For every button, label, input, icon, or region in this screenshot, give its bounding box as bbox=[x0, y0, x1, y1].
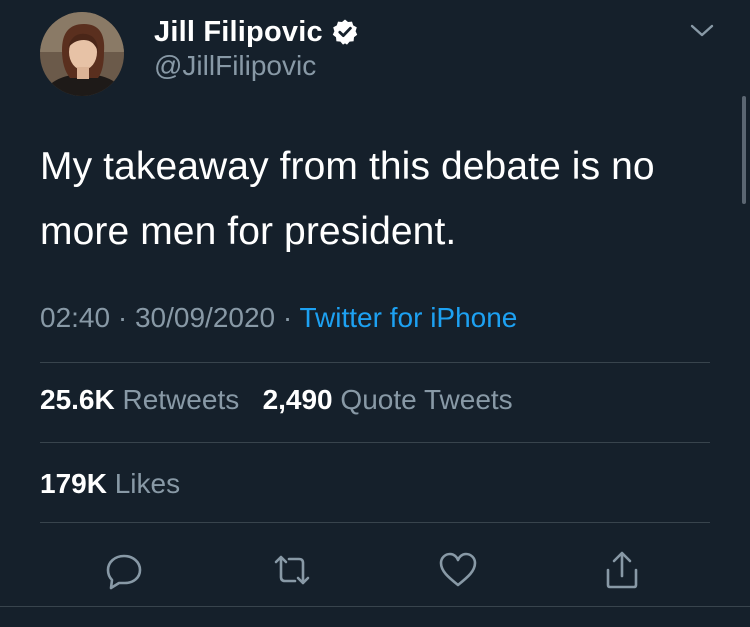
meta-separator: · bbox=[117, 302, 128, 333]
tweet-text: My takeaway from this debate is no more … bbox=[40, 134, 720, 264]
tweet-meta: 02:40 · 30/09/2020 · Twitter for iPhone bbox=[40, 302, 517, 334]
quote-tweets-count: 2,490 bbox=[262, 384, 333, 415]
likes-stat[interactable]: 179K Likes bbox=[40, 468, 180, 499]
profile-photo-icon bbox=[40, 12, 124, 96]
divider bbox=[40, 522, 710, 523]
divider bbox=[0, 606, 750, 607]
action-bar bbox=[0, 540, 750, 604]
heart-icon[interactable] bbox=[436, 548, 480, 592]
tweet-text-line: more men for president. bbox=[40, 210, 457, 253]
reply-icon[interactable] bbox=[102, 548, 146, 592]
retweets-label: Retweets bbox=[122, 384, 240, 415]
quote-tweets-stat[interactable]: 2,490 Quote Tweets bbox=[263, 384, 513, 415]
verified-badge-icon bbox=[331, 18, 359, 46]
tweet-detail: Jill Filipovic @JillFilipovic My takeawa… bbox=[0, 0, 750, 627]
tweet-time[interactable]: 02:40 bbox=[40, 302, 110, 333]
likes-stats-row: 179K Likes bbox=[40, 468, 180, 500]
share-icon[interactable] bbox=[600, 548, 644, 592]
tweet-date[interactable]: 30/09/2020 bbox=[135, 302, 275, 333]
scrollbar[interactable] bbox=[742, 96, 746, 204]
divider bbox=[40, 442, 710, 443]
retweet-stats-row: 25.6K Retweets 2,490 Quote Tweets bbox=[40, 384, 513, 416]
meta-separator: · bbox=[282, 302, 293, 333]
display-name[interactable]: Jill Filipovic bbox=[154, 16, 323, 49]
quote-tweets-label: Quote Tweets bbox=[340, 384, 513, 415]
author-name-row[interactable]: Jill Filipovic bbox=[154, 12, 359, 52]
retweets-stat[interactable]: 25.6K Retweets bbox=[40, 384, 247, 415]
likes-label: Likes bbox=[114, 468, 181, 499]
divider bbox=[40, 362, 710, 363]
tweet-source-link[interactable]: Twitter for iPhone bbox=[300, 302, 518, 333]
tweet-text-line: My takeaway from this debate is no bbox=[40, 145, 655, 188]
avatar[interactable] bbox=[40, 12, 124, 96]
author-handle[interactable]: @JillFilipovic bbox=[154, 50, 316, 82]
chevron-down-icon[interactable] bbox=[688, 20, 716, 42]
retweets-count: 25.6K bbox=[40, 384, 115, 415]
likes-count: 179K bbox=[40, 468, 107, 499]
retweet-icon[interactable] bbox=[270, 548, 314, 592]
